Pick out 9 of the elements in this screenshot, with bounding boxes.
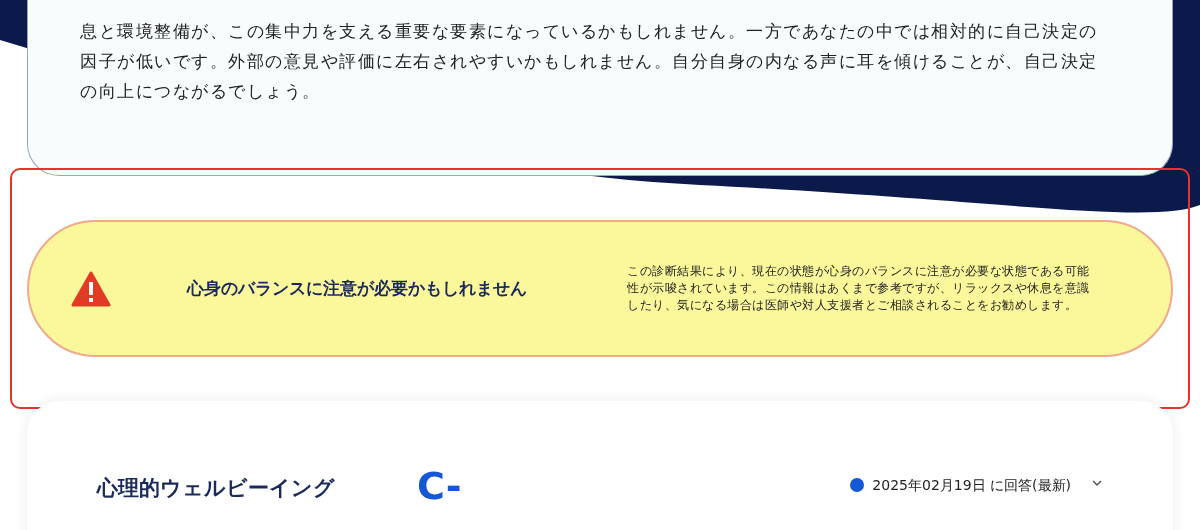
alert-title: 心身のバランスに注意が必要かもしれません [187, 276, 528, 300]
answer-date: 2025年02月19日 に回答(最新) [872, 476, 1071, 495]
section-title: 心理的ウェルビーイング [97, 475, 336, 502]
summary-text: 息と環境整備が、この集中力を支える重要な要素になっているかもしれません。一方であなたの中では相対的に自己決定の因子が低いです。外部の意見や評価に左右されやすいかもしれません。自分自身の内なる声に耳を傾けることが、自己決定の向上につながるでしょう。 [80, 20, 1099, 103]
grade-text: C- [417, 469, 462, 503]
alert-message: この診断結果により、現在の状態が心身のバランスに注意が必要な状態である可能性が示唆されています。この情報はあくまで参考ですが、リラックスや休息を意識したり、気になる場合は医師や対人支援者とご相談されることをお勧めします。 [627, 263, 1091, 314]
chevron-icon [1091, 477, 1103, 489]
warning-icon [71, 270, 111, 307]
chevron-button[interactable] [1091, 477, 1103, 489]
